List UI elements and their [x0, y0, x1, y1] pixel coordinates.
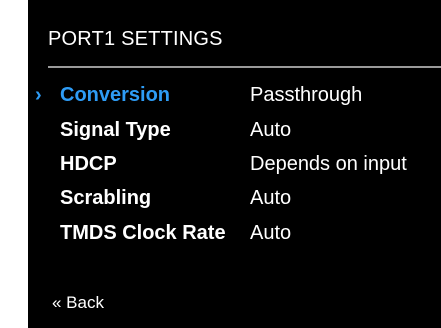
setting-row-conversion[interactable]: › Conversion Passthrough: [28, 84, 441, 112]
title-divider: [48, 66, 441, 68]
setting-label-signal-type: Signal Type: [60, 119, 171, 141]
setting-row-hdcp[interactable]: HDCP Depends on input: [28, 153, 441, 181]
setting-row-tmds-clock-rate[interactable]: TMDS Clock Rate Auto: [28, 222, 441, 250]
setting-label-scrabling: Scrabling: [60, 187, 152, 209]
setting-label-tmds-clock-rate: TMDS Clock Rate: [60, 222, 226, 244]
setting-label-conversion: Conversion: [60, 84, 171, 106]
setting-value-tmds-clock-rate: Auto: [250, 222, 292, 244]
chevron-right-icon: ›: [35, 84, 42, 106]
setting-value-signal-type: Auto: [250, 119, 292, 141]
setting-row-signal-type[interactable]: Signal Type Auto: [28, 119, 441, 147]
setting-value-conversion: Passthrough: [250, 84, 363, 106]
setting-value-hdcp: Depends on input: [250, 153, 407, 175]
back-link[interactable]: « Back: [52, 293, 104, 313]
setting-label-hdcp: HDCP: [60, 153, 117, 175]
setting-row-scrabling[interactable]: Scrabling Auto: [28, 187, 441, 215]
page-title: PORT1 SETTINGS: [48, 28, 223, 50]
port-settings-screen: PORT1 SETTINGS › Conversion Passthrough …: [28, 0, 441, 328]
setting-value-scrabling: Auto: [250, 187, 292, 209]
